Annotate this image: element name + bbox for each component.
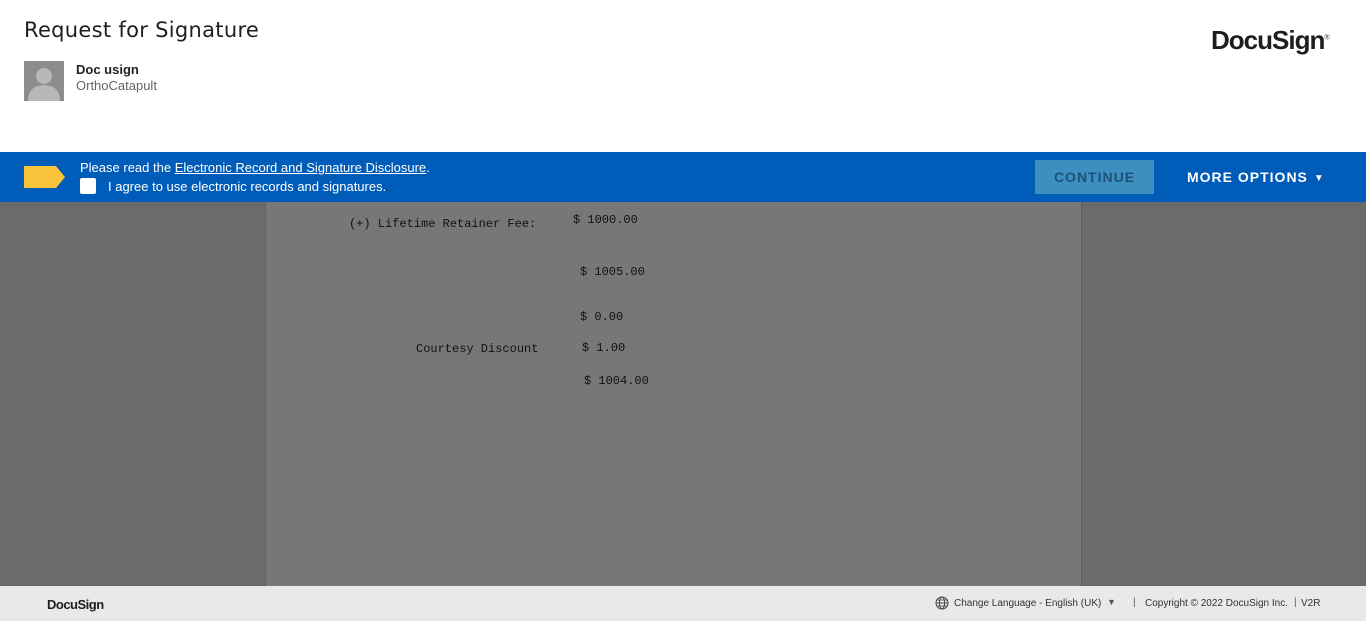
- footer-separator: |: [1133, 597, 1136, 608]
- person-icon: [24, 61, 64, 101]
- lifetime-fee-value: $ 1000.00: [573, 213, 638, 227]
- caret-down-icon: ▼: [1313, 173, 1325, 184]
- header: Request for Signature Doc usign OrthoCat…: [0, 0, 1366, 152]
- sender-org: OrthoCatapult: [76, 78, 157, 93]
- registered-mark: ®: [1324, 34, 1329, 42]
- zero-value: $ 0.00: [580, 310, 624, 324]
- continue-button[interactable]: CONTINUE: [1035, 160, 1154, 194]
- footer-separator: |: [1294, 597, 1297, 608]
- avatar: [24, 61, 64, 101]
- change-language-link[interactable]: Change Language - English (UK): [954, 598, 1101, 609]
- disclosure-suffix: .: [426, 160, 430, 175]
- logo-text: DocuSign: [1211, 25, 1325, 55]
- consent-banner: Please read the Electronic Record and Si…: [0, 152, 1366, 202]
- document-viewer[interactable]: (+) Lifetime Retainer Fee: $ 1000.00 $ 1…: [0, 202, 1366, 586]
- document-page: (+) Lifetime Retainer Fee: $ 1000.00 $ 1…: [265, 202, 1082, 586]
- more-options-button[interactable]: MORE OPTIONS ▼: [1187, 169, 1325, 185]
- agree-label[interactable]: I agree to use electronic records and si…: [108, 179, 386, 194]
- disclosure-link[interactable]: Electronic Record and Signature Disclosu…: [175, 160, 426, 175]
- lifetime-fee-label: (+) Lifetime Retainer Fee:: [349, 217, 537, 231]
- footer-logo: DocuSign: [47, 597, 104, 612]
- docusign-logo: DocuSign®: [1211, 25, 1330, 56]
- globe-icon[interactable]: [935, 596, 949, 610]
- version-label: V2R: [1301, 598, 1321, 609]
- agree-checkbox[interactable]: [80, 178, 96, 194]
- disclosure-prefix: Please read the: [80, 160, 175, 175]
- language-caret-icon[interactable]: ▼: [1107, 597, 1116, 607]
- page-title: Request for Signature: [24, 18, 260, 42]
- total-value: $ 1004.00: [584, 374, 649, 388]
- courtesy-discount-value: $ 1.00: [582, 341, 626, 355]
- copyright-text: Copyright © 2022 DocuSign Inc.: [1145, 598, 1289, 609]
- courtesy-discount-label: Courtesy Discount: [416, 342, 539, 356]
- tag-arrow-icon: [24, 166, 65, 188]
- subtotal-value: $ 1005.00: [580, 265, 645, 279]
- sender-name: Doc usign: [76, 62, 139, 77]
- more-options-label: MORE OPTIONS: [1187, 169, 1308, 185]
- footer: DocuSign Change Language - English (UK) …: [0, 586, 1366, 621]
- disclosure-text: Please read the Electronic Record and Si…: [80, 160, 430, 175]
